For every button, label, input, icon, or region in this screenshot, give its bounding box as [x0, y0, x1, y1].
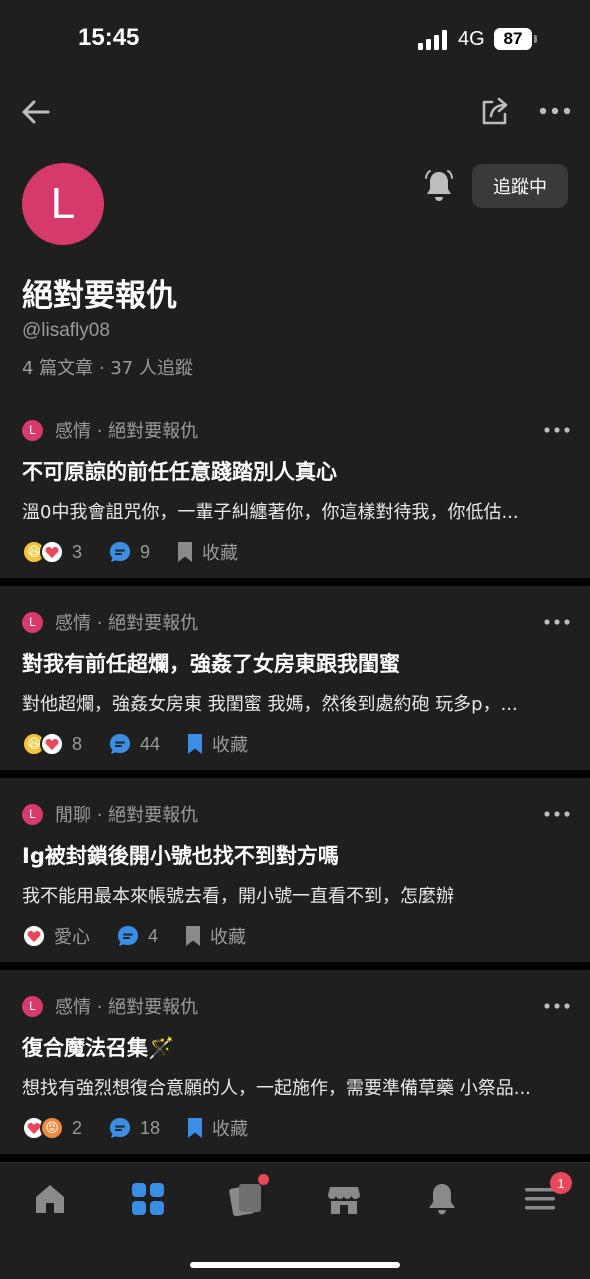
comment-icon [110, 1118, 131, 1138]
post-board-author: 閒聊 · 絕對要報仇 [55, 805, 199, 826]
post-title[interactable]: 復合魔法召集🪄 [22, 1032, 174, 1062]
screen: 15:45 4G 87 L 追蹤中 絕對要報仇 @lisafly08 4 篇文章… [0, 0, 590, 1279]
menu-badge: 1 [550, 1172, 572, 1194]
bookmark-icon [178, 542, 193, 562]
cards-icon[interactable] [228, 1181, 264, 1217]
post-actions: 😆 8 44 收藏 [22, 730, 248, 758]
reaction-count: 3 [72, 541, 83, 562]
notifications-icon[interactable] [424, 1181, 460, 1217]
status-bar: 15:45 4G 87 [0, 0, 590, 80]
reactions[interactable]: 😆 [22, 732, 64, 756]
save-button[interactable]: 收藏 [186, 1115, 248, 1141]
post-board-author: 感情 · 絕對要報仇 [55, 613, 199, 634]
post-card[interactable]: L 感情 · 絕對要報仇 對我有前任超爛，強姦了女房東跟我閨蜜 對他超爛，強姦女… [0, 596, 590, 780]
more-options-icon[interactable] [538, 98, 572, 124]
post-actions: 😆 3 9 收藏 [22, 538, 238, 566]
reaction-count: 愛心 [54, 927, 90, 947]
post-more-icon[interactable] [542, 804, 574, 824]
back-arrow-icon[interactable] [18, 94, 54, 130]
heart-reaction-icon [40, 540, 64, 564]
post-actions: 😡 2 18 收藏 [22, 1114, 248, 1142]
reaction-count: 2 [72, 1117, 83, 1138]
post-card[interactable]: L 閒聊 · 絕對要報仇 Ig被封鎖後開小號也找不到對方嗎 我不能用最本來帳號去… [0, 788, 590, 972]
post-author-avatar: L [22, 419, 43, 441]
save-label: 收藏 [212, 735, 249, 756]
bookmark-icon [188, 1118, 203, 1138]
cards-notification-dot [258, 1174, 269, 1185]
profile-name: 絕對要報仇 [22, 278, 177, 314]
comment-icon [110, 542, 131, 562]
reactions[interactable]: 😆 [22, 540, 64, 564]
notification-bell-icon[interactable] [422, 168, 456, 204]
boards-icon[interactable] [130, 1181, 166, 1217]
battery-icon: 87 [494, 28, 537, 50]
post-title[interactable]: 不可原諒的前任任意踐踏別人真心 [22, 456, 337, 486]
post-author-avatar: L [22, 995, 43, 1017]
save-button[interactable]: 收藏 [176, 539, 238, 565]
post-author-avatar: L [22, 611, 43, 633]
post-excerpt: 想找有強烈想復合意願的人，一起施作，需要準備草藥 小祭品... [22, 1078, 531, 1099]
battery-level: 87 [494, 28, 532, 50]
comment-count: 18 [140, 1117, 161, 1138]
bookmark-icon [188, 734, 203, 754]
share-icon[interactable] [478, 94, 512, 128]
reactions[interactable]: 😡 [22, 1116, 64, 1140]
save-button[interactable]: 收藏 [184, 923, 246, 949]
save-label: 收藏 [202, 543, 239, 564]
post-board-author: 感情 · 絕對要報仇 [55, 997, 199, 1018]
post-more-icon[interactable] [542, 420, 574, 440]
signal-icon [418, 30, 447, 50]
following-button[interactable]: 追蹤中 [472, 164, 568, 208]
post-author-avatar: L [22, 803, 43, 825]
home-indicator [190, 1262, 400, 1268]
post-title[interactable]: 對我有前任超爛，強姦了女房東跟我閨蜜 [22, 648, 400, 678]
comment-button[interactable]: 44 [108, 732, 160, 756]
comment-count: 44 [140, 733, 161, 754]
post-excerpt: 我不能用最本來帳號去看，開小號一直看不到，怎麼辦 [22, 886, 454, 907]
profile-handle: @lisafly08 [22, 320, 110, 341]
post-meta: L 感情 · 絕對要報仇 [22, 418, 198, 442]
post-meta: L 感情 · 絕對要報仇 [22, 994, 198, 1018]
post-card[interactable]: L 感情 · 絕對要報仇 復合魔法召集🪄 想找有強烈想復合意願的人，一起施作，需… [0, 980, 590, 1164]
comment-button[interactable]: 18 [108, 1116, 160, 1140]
post-excerpt: 對他超爛，強姦女房東 我閨蜜 我媽，然後到處約砲 玩多p，... [22, 694, 518, 715]
comment-button[interactable]: 9 [108, 540, 150, 564]
network-label: 4G [458, 28, 485, 50]
home-icon[interactable] [32, 1181, 68, 1217]
reactions[interactable] [22, 924, 46, 948]
comment-icon [110, 734, 131, 754]
store-icon[interactable] [326, 1181, 362, 1217]
profile-stats: 4 篇文章 · 37 人追蹤 [22, 358, 193, 379]
post-actions: 愛心 4 收藏 [22, 922, 246, 950]
reaction-count: 8 [72, 733, 83, 754]
bookmark-icon [186, 926, 201, 946]
save-button[interactable]: 收藏 [186, 731, 248, 757]
post-meta: L 閒聊 · 絕對要報仇 [22, 802, 198, 826]
post-more-icon[interactable] [542, 612, 574, 632]
save-label: 收藏 [210, 927, 247, 948]
save-label: 收藏 [212, 1119, 249, 1140]
comment-icon [118, 926, 138, 946]
status-time: 15:45 [78, 24, 140, 51]
post-meta: L 感情 · 絕對要報仇 [22, 610, 198, 634]
post-divider [0, 578, 590, 586]
heart-reaction-icon [40, 732, 64, 756]
comment-count: 4 [148, 925, 159, 946]
comment-count: 9 [140, 541, 151, 562]
profile-avatar: L [22, 163, 104, 245]
post-divider [0, 962, 590, 970]
comment-button[interactable]: 4 [116, 924, 158, 948]
post-divider [0, 1154, 590, 1162]
post-title[interactable]: Ig被封鎖後開小號也找不到對方嗎 [22, 840, 339, 870]
angry-reaction-icon: 😡 [40, 1116, 64, 1140]
post-more-icon[interactable] [542, 996, 574, 1016]
post-card[interactable]: L 感情 · 絕對要報仇 不可原諒的前任任意踐踏別人真心 溫0中我會詛咒你，一輩… [0, 404, 590, 588]
battery-cap [534, 35, 537, 43]
heart-reaction-icon [22, 924, 46, 948]
post-board-author: 感情 · 絕對要報仇 [55, 421, 199, 442]
post-excerpt: 溫0中我會詛咒你，一輩子糾纏著你，你這樣對待我，你低估... [22, 502, 519, 523]
post-divider [0, 770, 590, 778]
